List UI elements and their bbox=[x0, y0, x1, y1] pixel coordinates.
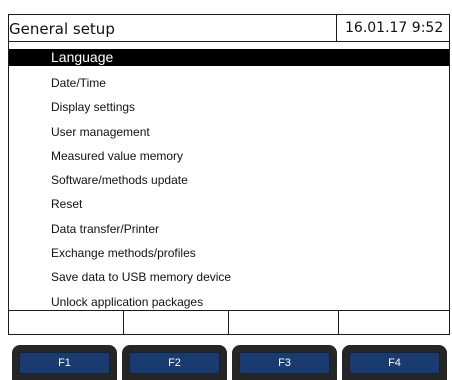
datetime-box: 16.01.17 9:52 bbox=[336, 15, 450, 41]
menu-item-reset[interactable]: Reset bbox=[9, 192, 449, 216]
softkey-label-2 bbox=[124, 311, 229, 335]
device-screen: General setup 16.01.17 9:52 Language Dat… bbox=[8, 14, 450, 335]
f3-label: F3 bbox=[239, 352, 330, 374]
menu-item-display-settings[interactable]: Display settings bbox=[9, 95, 449, 119]
menu-item-save-data-usb[interactable]: Save data to USB memory device bbox=[9, 265, 449, 289]
softkey-label-3 bbox=[229, 311, 339, 335]
function-key-bar: F1 F2 F3 F4 bbox=[0, 345, 452, 380]
f1-button[interactable]: F1 bbox=[12, 345, 117, 380]
menu-item-software-methods-update[interactable]: Software/methods update bbox=[9, 168, 449, 192]
f2-button[interactable]: F2 bbox=[122, 345, 227, 380]
softkey-label-4 bbox=[339, 311, 449, 335]
page-title: General setup bbox=[9, 20, 115, 38]
menu-item-user-management[interactable]: User management bbox=[9, 120, 449, 144]
softkey-label-1 bbox=[9, 311, 124, 335]
header-bar: General setup 16.01.17 9:52 bbox=[9, 15, 449, 42]
f4-button[interactable]: F4 bbox=[342, 345, 447, 380]
setup-menu: Language Date/Time Display settings User… bbox=[9, 49, 449, 314]
datetime-display: 16.01.17 9:52 bbox=[345, 20, 444, 36]
f4-label: F4 bbox=[349, 352, 440, 374]
softkey-label-row bbox=[9, 310, 449, 335]
f3-button[interactable]: F3 bbox=[232, 345, 337, 380]
menu-item-measured-value-memory[interactable]: Measured value memory bbox=[9, 144, 449, 168]
f2-label: F2 bbox=[129, 352, 220, 374]
menu-item-language[interactable]: Language bbox=[9, 49, 449, 66]
menu-item-date-time[interactable]: Date/Time bbox=[9, 71, 449, 95]
menu-item-exchange-methods-profiles[interactable]: Exchange methods/profiles bbox=[9, 241, 449, 265]
menu-item-data-transfer-printer[interactable]: Data transfer/Printer bbox=[9, 217, 449, 241]
f1-label: F1 bbox=[19, 352, 110, 374]
